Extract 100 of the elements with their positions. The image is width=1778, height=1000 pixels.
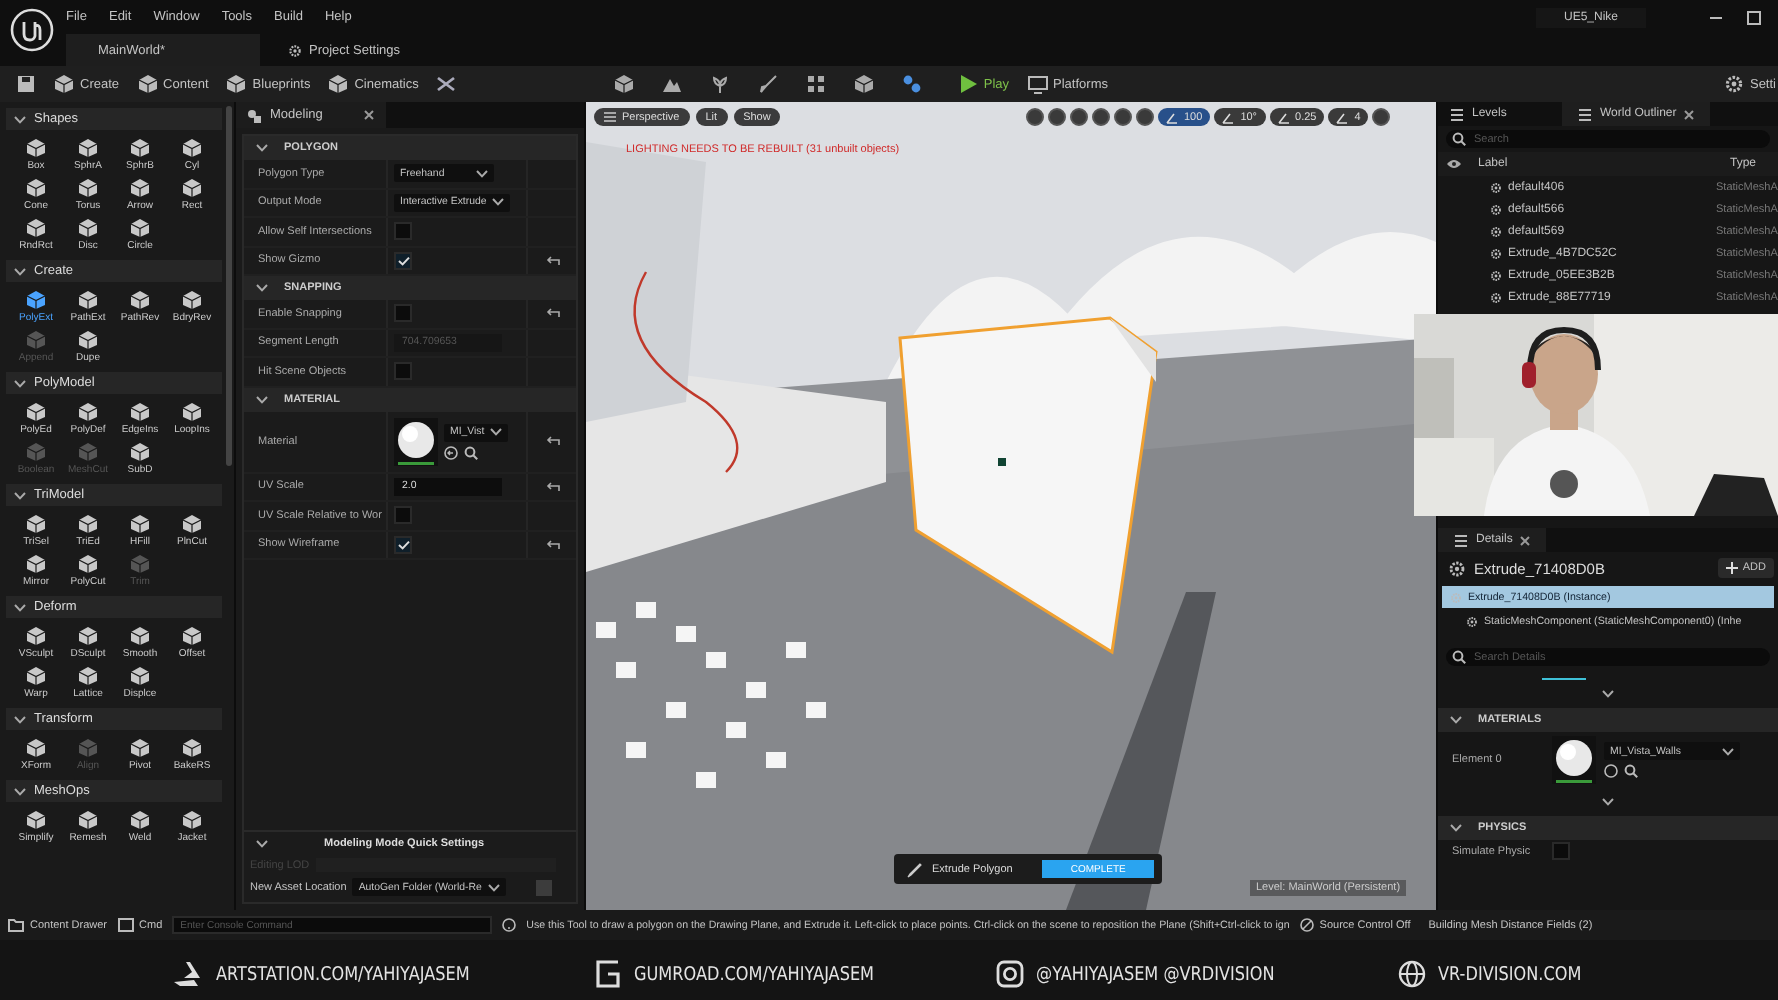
cube-icon xyxy=(328,74,349,94)
search-icon xyxy=(1452,650,1466,664)
chart-icon xyxy=(1450,107,1464,121)
cube-icon xyxy=(130,666,150,686)
cube-icon xyxy=(130,290,150,310)
caret-icon xyxy=(14,115,26,123)
reset-arrow-icon[interactable] xyxy=(545,481,559,492)
cube-icon xyxy=(130,402,150,422)
cube-icon xyxy=(130,514,150,534)
cube-icon xyxy=(182,178,202,198)
caret-icon xyxy=(256,839,268,847)
cube-icon xyxy=(182,514,202,534)
caret-icon xyxy=(476,169,488,178)
cube-icon xyxy=(26,626,46,646)
cube-icon xyxy=(78,290,98,310)
cube-icon xyxy=(182,138,202,158)
dots-icon[interactable] xyxy=(902,74,923,94)
cube-icon xyxy=(26,330,46,350)
leaf-icon[interactable] xyxy=(710,74,731,94)
monitor-icon xyxy=(1027,75,1048,93)
maximize-icon[interactable] xyxy=(1746,9,1762,25)
checkbox[interactable] xyxy=(394,222,412,241)
caret-icon xyxy=(1450,716,1462,724)
cube-icon xyxy=(182,626,202,646)
logo-icon[interactable] xyxy=(10,8,54,52)
reset-arrow-icon[interactable] xyxy=(545,539,559,550)
folder-icon xyxy=(8,918,24,932)
caret-icon xyxy=(490,428,503,436)
grid-icon[interactable] xyxy=(806,74,827,94)
scrollbar[interactable] xyxy=(226,106,232,466)
material-ball-icon xyxy=(1552,736,1596,784)
cube-icon xyxy=(54,74,74,94)
cube-icon xyxy=(78,626,98,646)
caret-icon xyxy=(14,267,26,275)
cube-icon xyxy=(26,514,46,534)
terminal-icon xyxy=(117,918,134,932)
cube-icon xyxy=(78,554,98,574)
caret-icon xyxy=(1602,798,1614,806)
cube-icon xyxy=(78,666,98,686)
cube-icon xyxy=(78,218,98,238)
help-icon xyxy=(502,918,517,932)
checkbox[interactable] xyxy=(394,304,412,323)
reset-arrow-icon[interactable] xyxy=(545,436,559,446)
save-icon[interactable] xyxy=(16,74,36,94)
cube-icon xyxy=(137,74,158,94)
cube-icon xyxy=(78,514,98,534)
play-icon xyxy=(959,74,978,94)
close-icon[interactable] xyxy=(1520,535,1531,545)
cube-icon xyxy=(78,138,98,158)
cube-icon xyxy=(26,290,46,310)
checkbox[interactable] xyxy=(394,506,412,525)
checkbox[interactable] xyxy=(394,362,412,381)
cube-icon xyxy=(130,178,150,198)
caret-icon xyxy=(492,198,505,207)
caret-icon xyxy=(14,379,26,387)
cube-icon xyxy=(130,218,150,238)
eye-icon[interactable] xyxy=(1446,158,1462,170)
checkbox[interactable] xyxy=(394,535,412,554)
checkbox[interactable] xyxy=(535,879,552,895)
list-icon xyxy=(1454,533,1468,547)
gear-icon xyxy=(1723,74,1744,94)
cube-icon xyxy=(182,738,202,758)
cube-icon xyxy=(182,402,202,422)
modeling-icon xyxy=(246,107,262,123)
caret-icon xyxy=(1722,747,1734,755)
checkbox[interactable] xyxy=(1552,842,1570,860)
cube-icon xyxy=(614,74,635,94)
cube-icon xyxy=(78,330,98,350)
close-icon[interactable] xyxy=(364,110,374,120)
cube-icon xyxy=(26,402,46,422)
reset-arrow-icon[interactable] xyxy=(545,308,559,319)
caret-icon xyxy=(14,491,26,499)
mountain-icon[interactable] xyxy=(662,74,683,94)
reset-arrow-icon[interactable] xyxy=(545,255,559,266)
cube-icon xyxy=(130,626,150,646)
cube-icon xyxy=(130,138,150,158)
plus-icon xyxy=(1726,562,1739,574)
search-icon[interactable] xyxy=(464,445,478,459)
cube-icon xyxy=(130,810,150,830)
bracket-icon xyxy=(594,960,623,988)
cube-icon xyxy=(26,554,46,574)
cube-icon xyxy=(130,554,150,574)
cube-icon xyxy=(78,442,98,462)
caret-icon xyxy=(14,787,26,795)
cube-icon xyxy=(78,810,98,830)
brush-icon[interactable] xyxy=(758,74,779,94)
gear-icon xyxy=(288,43,303,57)
caret-icon xyxy=(1602,690,1614,698)
search-icon[interactable] xyxy=(1624,764,1638,778)
cube-icon xyxy=(854,74,875,94)
cube-icon xyxy=(26,666,46,686)
checkbox[interactable] xyxy=(394,251,412,270)
cube-icon xyxy=(26,738,46,758)
search-icon xyxy=(1452,132,1466,146)
cube-icon xyxy=(26,442,46,462)
cube-icon xyxy=(130,738,150,758)
caret-icon xyxy=(14,603,26,611)
caret-icon xyxy=(14,715,26,723)
close-icon[interactable] xyxy=(1684,109,1695,119)
cube-icon xyxy=(26,810,46,830)
